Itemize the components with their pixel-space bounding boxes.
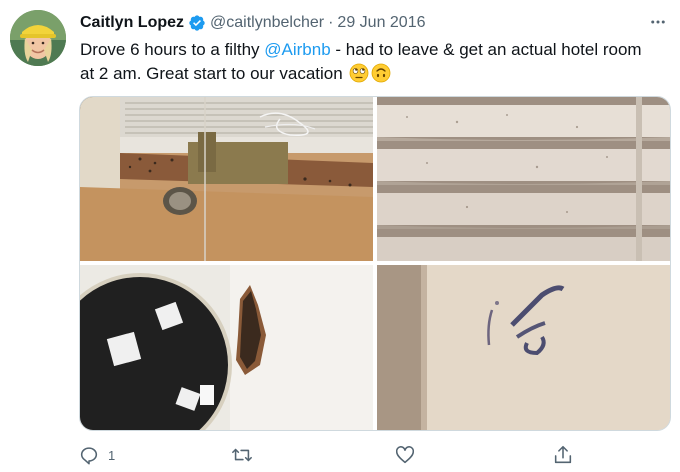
reply-icon bbox=[78, 444, 100, 466]
more-options-icon[interactable] bbox=[646, 10, 670, 34]
upside-down-face-emoji-icon bbox=[371, 63, 391, 83]
share-button[interactable] bbox=[552, 442, 574, 468]
tweet-actions: 1 bbox=[78, 442, 598, 468]
share-icon bbox=[552, 444, 574, 466]
tweet-text: Drove 6 hours to a filthy @Airbnb - had … bbox=[80, 38, 660, 86]
reply-button[interactable]: 1 bbox=[78, 442, 115, 468]
author-handle[interactable]: @caitlynbelcher bbox=[210, 14, 324, 32]
media-grid bbox=[79, 96, 671, 431]
tweet-header: Caitlyn Lopez @caitlynbelcher · 29 Jun 2… bbox=[80, 12, 426, 34]
tweet-text-part1: Drove 6 hours to a filthy bbox=[80, 40, 265, 59]
tweet-card[interactable]: Caitlyn Lopez @caitlynbelcher · 29 Jun 2… bbox=[0, 0, 680, 472]
tweet-date[interactable]: 29 Jun 2016 bbox=[337, 14, 425, 32]
like-button[interactable] bbox=[394, 442, 424, 468]
mention-link[interactable]: @Airbnb bbox=[264, 40, 330, 59]
retweet-button[interactable] bbox=[230, 442, 262, 468]
reply-count: 1 bbox=[108, 447, 116, 463]
avatar[interactable] bbox=[10, 10, 66, 66]
heart-icon bbox=[394, 444, 416, 466]
header-separator: · bbox=[328, 14, 334, 31]
retweet-icon bbox=[230, 444, 254, 466]
damaged-wall-photo[interactable] bbox=[80, 265, 373, 430]
verified-badge-icon bbox=[188, 14, 206, 32]
author-name[interactable]: Caitlyn Lopez bbox=[80, 14, 184, 32]
dirty-window-sill-photo[interactable] bbox=[80, 97, 373, 261]
stained-wall-photo[interactable] bbox=[377, 265, 670, 430]
rolling-eyes-emoji-icon bbox=[349, 63, 369, 83]
dusty-blinds-photo[interactable] bbox=[377, 97, 670, 261]
